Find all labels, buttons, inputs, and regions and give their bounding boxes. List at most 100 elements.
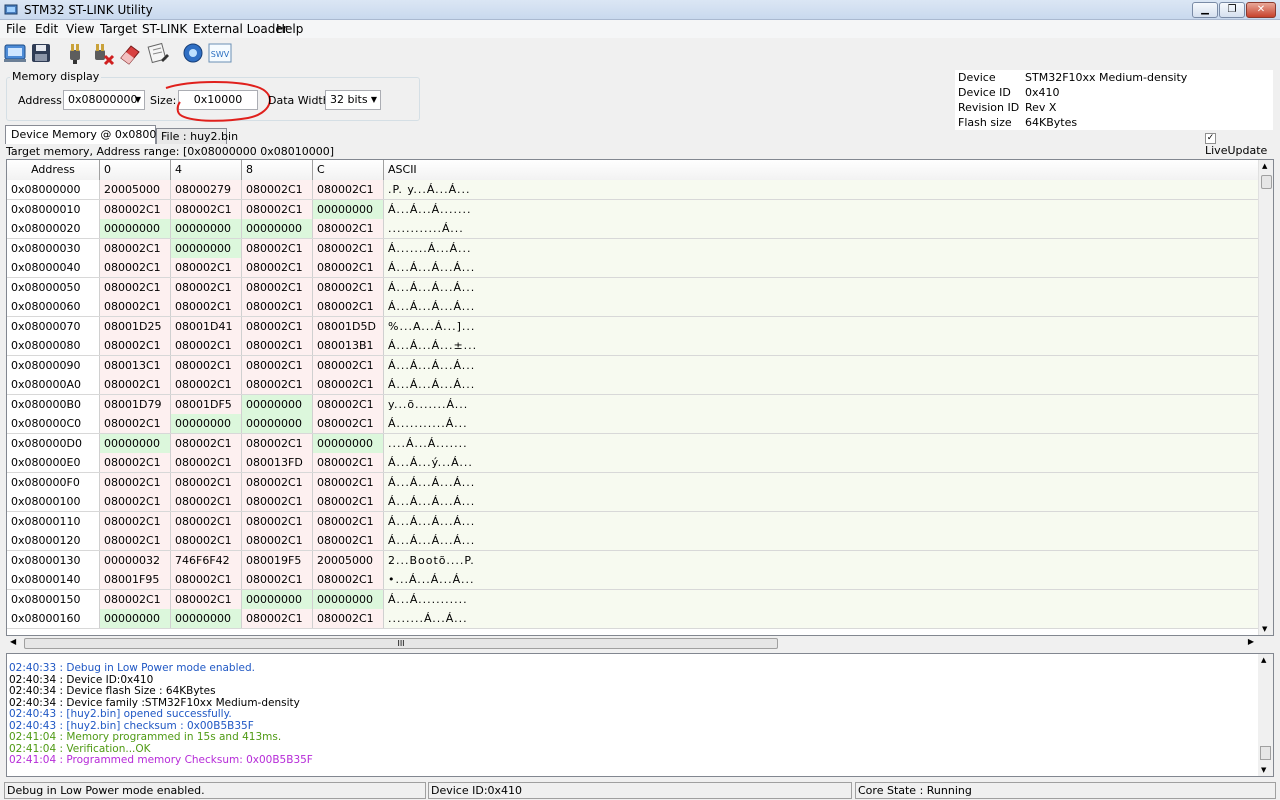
menu-help[interactable]: Help [276, 22, 303, 36]
scroll-down-icon[interactable]: ▼ [1262, 625, 1267, 633]
data-cell-8[interactable]: 080013FD [242, 453, 313, 472]
tab-device-memory[interactable]: Device Memory @ 0x08000000 : [5, 125, 192, 144]
data-cell-4[interactable]: 00000000 [171, 238, 242, 258]
data-cell-c[interactable]: 080002C1 [313, 238, 384, 258]
data-cell-0[interactable]: 080002C1 [100, 453, 171, 472]
data-cell-c[interactable]: 080002C1 [313, 258, 384, 277]
menu-file[interactable]: File [6, 22, 26, 36]
data-cell-0[interactable]: 00000000 [100, 609, 171, 628]
data-cell-8[interactable]: 00000000 [242, 414, 313, 433]
data-cell-c[interactable]: 080013B1 [313, 336, 384, 355]
data-cell-8[interactable]: 080002C1 [242, 355, 313, 375]
data-cell-c[interactable]: 00000000 [313, 589, 384, 609]
scroll-up-icon[interactable]: ▲ [1261, 656, 1266, 664]
data-cell-0[interactable]: 20005000 [100, 180, 171, 199]
data-cell-8[interactable]: 080002C1 [242, 277, 313, 297]
data-cell-8[interactable]: 080002C1 [242, 375, 313, 394]
scroll-right-icon[interactable]: ▶ [1248, 637, 1254, 646]
data-cell-4[interactable]: 080002C1 [171, 433, 242, 453]
data-cell-8[interactable]: 080002C1 [242, 336, 313, 355]
data-cell-4[interactable]: 080002C1 [171, 531, 242, 550]
data-cell-c[interactable]: 080002C1 [313, 414, 384, 433]
disconnect-icon[interactable] [89, 40, 115, 66]
data-cell-0[interactable]: 080002C1 [100, 238, 171, 258]
data-cell-8[interactable]: 080002C1 [242, 511, 313, 531]
scroll-thumb[interactable] [1260, 746, 1271, 760]
connect-icon[interactable] [2, 40, 28, 66]
menu-external-loader[interactable]: External Loader [193, 22, 288, 36]
data-cell-8[interactable]: 080002C1 [242, 316, 313, 336]
data-cell-c[interactable]: 080002C1 [313, 511, 384, 531]
live-update-checkbox[interactable]: ✓LiveUpdate [1205, 131, 1280, 157]
data-cell-0[interactable]: 080002C1 [100, 589, 171, 609]
scroll-left-icon[interactable]: ◀ [10, 637, 16, 646]
address-combo[interactable]: 0x08000000 ▼ [63, 90, 145, 110]
scroll-thumb[interactable]: III [24, 638, 778, 649]
data-cell-8[interactable]: 00000000 [242, 394, 313, 414]
data-cell-0[interactable]: 08001D25 [100, 316, 171, 336]
data-cell-c[interactable]: 00000000 [313, 433, 384, 453]
data-cell-c[interactable]: 080002C1 [313, 609, 384, 628]
scroll-thumb[interactable] [1261, 175, 1272, 189]
header-ascii[interactable]: ASCII [384, 160, 1259, 180]
data-cell-0[interactable]: 080002C1 [100, 258, 171, 277]
data-cell-0[interactable]: 00000032 [100, 550, 171, 570]
data-cell-c[interactable]: 080002C1 [313, 277, 384, 297]
data-cell-0[interactable]: 080002C1 [100, 472, 171, 492]
data-width-combo[interactable]: 32 bits ▼ [325, 90, 381, 110]
erase-icon[interactable] [117, 40, 143, 66]
data-cell-0[interactable]: 08001D79 [100, 394, 171, 414]
data-cell-c[interactable]: 080002C1 [313, 375, 384, 394]
data-cell-8[interactable]: 080002C1 [242, 180, 313, 199]
maximize-button[interactable]: ❐ [1219, 2, 1245, 18]
data-cell-4[interactable]: 080002C1 [171, 277, 242, 297]
data-cell-4[interactable]: 08001D41 [171, 316, 242, 336]
data-cell-4[interactable]: 00000000 [171, 219, 242, 238]
data-cell-4[interactable]: 080002C1 [171, 472, 242, 492]
data-cell-0[interactable]: 00000000 [100, 433, 171, 453]
data-cell-4[interactable]: 080002C1 [171, 336, 242, 355]
data-cell-4[interactable]: 00000000 [171, 414, 242, 433]
header-col-c[interactable]: C [313, 160, 384, 180]
data-cell-4[interactable]: 080002C1 [171, 589, 242, 609]
settings-icon[interactable] [180, 40, 206, 66]
data-cell-8[interactable]: 080002C1 [242, 433, 313, 453]
header-col-8[interactable]: 8 [242, 160, 313, 180]
data-cell-c[interactable]: 00000000 [313, 199, 384, 219]
data-cell-0[interactable]: 080002C1 [100, 531, 171, 550]
data-cell-4[interactable]: 080002C1 [171, 511, 242, 531]
data-cell-8[interactable]: 00000000 [242, 219, 313, 238]
data-cell-4[interactable]: 08000279 [171, 180, 242, 199]
data-cell-c[interactable]: 080002C1 [313, 531, 384, 550]
header-col-0[interactable]: 0 [100, 160, 171, 180]
data-cell-4[interactable]: 080002C1 [171, 258, 242, 277]
data-cell-8[interactable]: 00000000 [242, 589, 313, 609]
program-icon[interactable] [145, 40, 171, 66]
data-cell-8[interactable]: 080002C1 [242, 531, 313, 550]
scroll-down-icon[interactable]: ▼ [1261, 766, 1266, 774]
data-cell-4[interactable]: 080002C1 [171, 355, 242, 375]
data-cell-c[interactable]: 08001D5D [313, 316, 384, 336]
data-cell-4[interactable]: 080002C1 [171, 199, 242, 219]
menu-st-link[interactable]: ST-LINK [142, 22, 187, 36]
data-cell-8[interactable]: 080002C1 [242, 199, 313, 219]
size-input[interactable]: 0x10000 [178, 90, 258, 110]
plug-icon[interactable] [62, 40, 88, 66]
data-cell-0[interactable]: 080002C1 [100, 297, 171, 316]
data-cell-0[interactable]: 080013C1 [100, 355, 171, 375]
data-cell-0[interactable]: 00000000 [100, 219, 171, 238]
data-cell-c[interactable]: 080002C1 [313, 355, 384, 375]
vertical-scrollbar[interactable]: ▲ ▼ [1258, 160, 1273, 635]
data-cell-0[interactable]: 080002C1 [100, 492, 171, 511]
data-cell-8[interactable]: 080019F5 [242, 550, 313, 570]
data-cell-c[interactable]: 080002C1 [313, 219, 384, 238]
data-cell-0[interactable]: 080002C1 [100, 414, 171, 433]
data-cell-c[interactable]: 080002C1 [313, 394, 384, 414]
data-cell-8[interactable]: 080002C1 [242, 472, 313, 492]
scroll-up-icon[interactable]: ▲ [1262, 162, 1267, 170]
data-cell-4[interactable]: 080002C1 [171, 297, 242, 316]
data-cell-4[interactable]: 00000000 [171, 609, 242, 628]
menu-target[interactable]: Target [100, 22, 137, 36]
horizontal-scrollbar[interactable]: ◀ III ▶ [6, 636, 1258, 650]
data-cell-c[interactable]: 080002C1 [313, 453, 384, 472]
